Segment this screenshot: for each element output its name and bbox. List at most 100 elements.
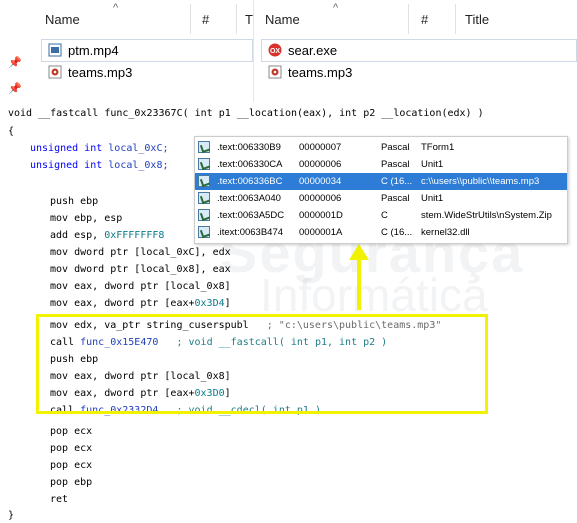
instruction-line[interactable]: pop ecx xyxy=(50,443,92,454)
column-divider xyxy=(455,4,456,34)
opcode: add xyxy=(50,230,69,241)
string-entry-icon xyxy=(198,175,210,187)
string-value: Unit1 xyxy=(421,193,444,204)
string-entry-icon xyxy=(198,158,210,170)
local-declaration[interactable]: unsigned int local_0xC; xyxy=(30,143,169,154)
pin-icon[interactable]: 📌 xyxy=(8,56,22,69)
file-row-teams-right[interactable]: teams.mp3 xyxy=(268,62,352,82)
operands: eax, dword ptr [eax+ xyxy=(74,298,195,309)
instruction-line[interactable]: mov eax, dword ptr [eax+0x3D4] xyxy=(50,298,231,309)
arrow-stem xyxy=(357,258,361,310)
explorer-panes: Name ^ # T Name ^ # Title 📌 📌 ptm.mp4 te… xyxy=(0,0,577,102)
immediate-value: 0x3D4 xyxy=(194,298,225,309)
string-length: 00000006 xyxy=(299,159,342,170)
opcode: mov xyxy=(50,247,69,258)
string-address: .text:006330CA xyxy=(217,159,283,170)
operands: eax, dword ptr [local_0x8] xyxy=(74,281,231,292)
file-name: teams.mp3 xyxy=(288,64,353,80)
function-signature[interactable]: void __fastcall func_0x23367C( int p1 __… xyxy=(8,108,484,119)
instruction-line[interactable]: mov eax, dword ptr [local_0x8] xyxy=(50,281,231,292)
string-entry-icon xyxy=(198,226,210,238)
opcode: mov xyxy=(50,298,69,309)
column-divider xyxy=(236,4,237,34)
sort-asc-icon: ^ xyxy=(113,2,119,14)
sort-asc-icon: ^ xyxy=(333,2,339,14)
exe-file-icon: OX xyxy=(268,43,282,57)
string-type: Pascal xyxy=(381,159,410,170)
string-row[interactable]: .text:0063A5DC 0000001D C stem.WideStrUt… xyxy=(195,207,567,224)
opcode: mov xyxy=(50,213,69,224)
string-address: .text:0063A040 xyxy=(217,193,281,204)
right-pane-header: Name ^ # Title xyxy=(255,0,577,36)
pin-icon[interactable]: 📌 xyxy=(8,82,22,95)
left-col-name[interactable]: Name xyxy=(45,12,80,27)
file-row-ptm[interactable]: ptm.mp4 xyxy=(48,40,119,60)
string-length: 00000006 xyxy=(299,193,342,204)
right-col-number[interactable]: # xyxy=(421,12,428,27)
opcode: ret xyxy=(50,494,69,505)
operands: ecx xyxy=(74,443,93,454)
operands: dword ptr [local_0xC], edx xyxy=(74,247,231,258)
string-entry-icon xyxy=(198,141,210,153)
string-value: c:\\users\\public\\teams.mp3 xyxy=(421,176,540,187)
open-brace: { xyxy=(8,126,15,137)
left-col-number[interactable]: # xyxy=(202,12,209,27)
strings-list: .text:006330B9 00000007 Pascal TForm1 .t… xyxy=(194,136,568,244)
left-col-title[interactable]: T xyxy=(245,12,253,27)
decl-name: local_0xC; xyxy=(108,143,169,154)
file-name: ptm.mp4 xyxy=(68,42,119,58)
opcode: mov xyxy=(50,281,69,292)
highlight-box xyxy=(36,314,488,414)
instruction-line[interactable]: mov dword ptr [local_0x8], eax xyxy=(50,264,231,275)
file-name: teams.mp3 xyxy=(68,64,133,80)
string-address: .text:006330B9 xyxy=(217,142,281,153)
right-col-name[interactable]: Name xyxy=(265,12,300,27)
audio-file-icon xyxy=(268,65,282,79)
column-divider xyxy=(190,4,191,34)
operands: ebp xyxy=(74,477,93,488)
string-length: 00000007 xyxy=(299,142,342,153)
string-type: C xyxy=(381,210,388,221)
string-length: 0000001A xyxy=(299,227,343,238)
operands: dword ptr [local_0x8], eax xyxy=(74,264,231,275)
immediate-value: 0xFFFFFFF8 xyxy=(104,230,165,241)
opcode: pop xyxy=(50,460,69,471)
opcode: pop xyxy=(50,443,69,454)
instruction-line[interactable]: mov dword ptr [local_0xC], edx xyxy=(50,247,231,258)
instruction-line[interactable]: push ebp xyxy=(50,196,98,207)
operands: ebp xyxy=(80,196,99,207)
string-row[interactable]: .itext:0063B474 0000001A C (16... kernel… xyxy=(195,224,567,241)
string-row[interactable]: .text:006330CA 00000006 Pascal Unit1 xyxy=(195,156,567,173)
local-declaration[interactable]: unsigned int local_0x8; xyxy=(30,160,169,171)
string-row-selected[interactable]: .text:006336BC 00000034 C (16... c:\\use… xyxy=(195,173,567,190)
instruction-line[interactable]: pop ecx xyxy=(50,426,92,437)
left-pane-header: Name ^ # T xyxy=(0,0,253,36)
right-col-title[interactable]: Title xyxy=(465,12,489,27)
file-row-sear[interactable]: OX sear.exe xyxy=(268,40,337,60)
string-entry-icon xyxy=(198,192,210,204)
operands: ecx xyxy=(74,426,93,437)
arrow-up-icon xyxy=(349,244,369,260)
string-row[interactable]: .text:0063A040 00000006 Pascal Unit1 xyxy=(195,190,567,207)
file-row-teams-left[interactable]: teams.mp3 xyxy=(48,62,132,82)
string-type: Pascal xyxy=(381,142,410,153)
file-name: sear.exe xyxy=(288,42,338,58)
string-address: .text:0063A5DC xyxy=(217,210,285,221)
string-type: C (16... xyxy=(381,176,413,187)
instruction-line[interactable]: add esp, 0xFFFFFFF8 xyxy=(50,230,164,241)
instruction-line[interactable]: ret xyxy=(50,494,68,505)
string-address: .text:006336BC xyxy=(217,176,283,187)
instruction-line[interactable]: mov ebp, esp xyxy=(50,213,122,224)
decl-type: unsigned int xyxy=(30,143,103,154)
video-file-icon xyxy=(48,43,62,57)
string-type: Pascal xyxy=(381,193,410,204)
operands: ebp, esp xyxy=(74,213,123,224)
string-row[interactable]: .text:006330B9 00000007 Pascal TForm1 xyxy=(195,139,567,156)
string-address: .itext:0063B474 xyxy=(217,227,284,238)
operands: esp, xyxy=(74,230,105,241)
instruction-line[interactable]: pop ebp xyxy=(50,477,92,488)
instruction-line[interactable]: pop ecx xyxy=(50,460,92,471)
string-entry-icon xyxy=(198,209,210,221)
column-divider xyxy=(408,4,409,34)
string-length: 00000034 xyxy=(299,176,342,187)
